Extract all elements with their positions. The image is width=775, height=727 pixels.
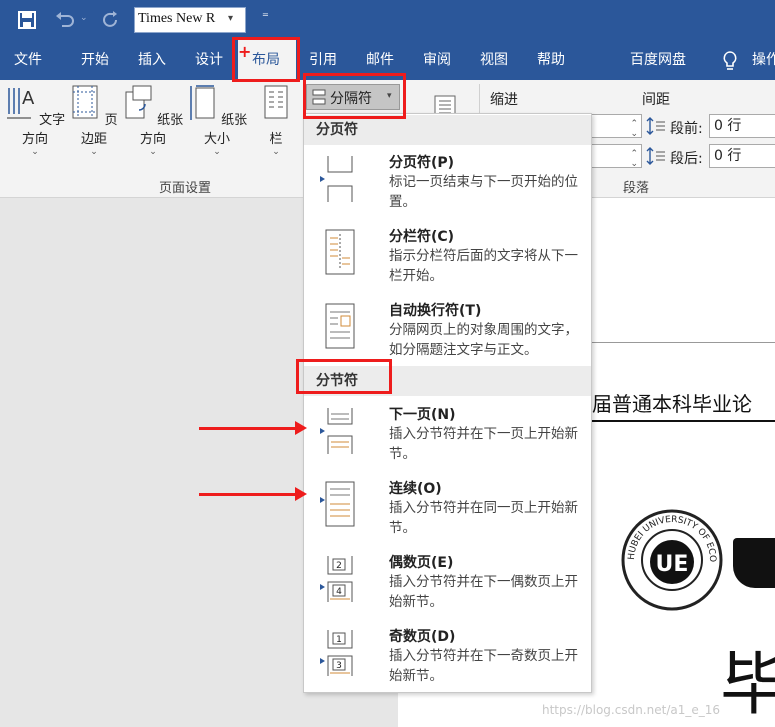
undo-dropdown-icon[interactable]: ⌄ <box>80 13 88 23</box>
customize-qat-icon[interactable]: ⁼ <box>262 10 269 25</box>
tab-baidu-netdisk[interactable]: 百度网盘 <box>630 40 686 80</box>
breaks-dropdown-menu: 分页符 分页符(P) 标记一页结束与下一页开始的位置。 分栏符(C) 指示分栏符… <box>303 113 592 693</box>
margins-button[interactable]: 页边距 ⌄ <box>68 84 120 157</box>
chevron-down-icon: ⌄ <box>31 147 39 157</box>
tab-view[interactable]: 视图 <box>480 40 508 80</box>
calligraphy-mark <box>733 538 775 588</box>
paragraph-group-label: 段落 <box>623 181 650 196</box>
thesis-heading: 届普通本科毕业论 <box>592 392 752 416</box>
chevron-down-icon: ⌄ <box>90 147 98 157</box>
menu-item-title: 分栏符(C) <box>389 229 455 245</box>
menu-item-title: 自动换行符(T) <box>389 303 482 319</box>
chevron-down-icon[interactable]: ▾ <box>228 13 233 24</box>
space-before-icon <box>646 117 665 135</box>
tab-tell-me[interactable]: 操作 <box>752 40 775 80</box>
heading-underline <box>592 420 775 422</box>
even-page-break-icon: 2 4 <box>320 556 353 602</box>
tab-insert[interactable]: 插入 <box>138 40 166 80</box>
svg-text:3: 3 <box>336 661 342 671</box>
layout-tab-highlight <box>232 37 300 82</box>
menu-item-title: 分页符(P) <box>389 155 455 171</box>
spin-down-icon[interactable]: ⌄ <box>630 123 638 145</box>
orientation-icon <box>125 85 152 119</box>
space-after-icon <box>646 147 665 165</box>
chevron-down-icon: ⌄ <box>272 147 280 157</box>
menu-item-title: 偶数页(E) <box>389 555 454 571</box>
page-setup-group-label: 页面设置 <box>159 181 212 196</box>
menu-item-continuous[interactable]: 连续(O) 插入分节符并在同一页上开始新节。 <box>304 472 591 546</box>
tab-home[interactable]: 开始 <box>81 40 109 80</box>
column-break-icon <box>325 229 355 275</box>
font-name-value: Times New R <box>138 11 216 26</box>
menu-item-text-wrapping-break[interactable]: 自动换行符(T) 分隔网页上的对象周围的文字，如分隔题注文字与正文。 <box>304 294 591 368</box>
title-bar: ⌄ Times New R ▾ ⁼ <box>0 0 775 40</box>
indent-left-field[interactable]: ⌃ ⌄ <box>590 114 642 139</box>
columns-label: 栏 <box>269 132 283 147</box>
space-before-label: 段前: <box>670 121 703 137</box>
menu-item-description: 指示分栏符后面的文字将从下一栏开始。 <box>389 248 578 284</box>
svg-text:4: 4 <box>336 587 342 597</box>
tab-design[interactable]: 设计 <box>195 40 223 80</box>
lightbulb-icon[interactable] <box>722 50 738 72</box>
indent-right-field[interactable]: ⌃ ⌄ <box>590 144 642 169</box>
menu-item-column-break[interactable]: 分栏符(C) 指示分栏符后面的文字将从下一栏开始。 <box>304 220 591 294</box>
space-after-field[interactable]: 0 行 <box>709 144 775 168</box>
spacing-label: 间距 <box>642 92 670 108</box>
odd-page-break-icon: 1 3 <box>320 630 353 676</box>
tab-help[interactable]: 帮助 <box>537 40 565 80</box>
margins-icon <box>72 85 98 119</box>
tab-review[interactable]: 审阅 <box>423 40 451 80</box>
svg-text:A: A <box>22 88 35 109</box>
text-wrapping-break-icon <box>325 303 355 349</box>
font-name-box[interactable]: Times New R ▾ <box>134 7 246 33</box>
chevron-down-icon: ⌄ <box>149 147 157 157</box>
orientation-button[interactable]: 纸张方向 ⌄ <box>121 84 185 157</box>
space-before-value: 0 行 <box>714 118 742 134</box>
menu-item-title: 连续(O) <box>389 481 442 497</box>
breaks-button-highlight <box>303 73 406 119</box>
big-title-char: 毕 <box>720 646 775 725</box>
menu-item-description: 标记一页结束与下一页开始的位置。 <box>389 174 578 210</box>
arrow-next-page <box>199 421 307 435</box>
menu-item-description: 插入分节符并在下一偶数页上开始新节。 <box>389 574 578 610</box>
next-page-break-icon <box>320 408 353 454</box>
menu-item-page-break[interactable]: 分页符(P) 标记一页结束与下一页开始的位置。 <box>304 146 591 220</box>
watermark-text: https://blog.csdn.net/a1_e_16 <box>542 703 721 717</box>
menu-item-title: 下一页(N) <box>389 407 456 423</box>
menu-item-title: 奇数页(D) <box>389 629 456 645</box>
section-breaks-highlight <box>296 359 392 394</box>
save-icon[interactable] <box>18 11 36 29</box>
menu-item-description: 插入分节符并在下一奇数页上开始新节。 <box>389 648 578 684</box>
spin-down-icon[interactable]: ⌄ <box>630 153 638 175</box>
text-direction-button[interactable]: A 文字方向 ⌄ <box>4 84 66 157</box>
menu-item-description: 插入分节符并在同一页上开始新节。 <box>389 500 578 536</box>
page-size-icon <box>190 85 215 120</box>
space-after-label: 段后: <box>670 151 703 167</box>
arrow-continuous <box>199 487 307 501</box>
menu-item-next-page[interactable]: 下一页(N) 插入分节符并在下一页上开始新节。 <box>304 398 591 472</box>
university-seal: HUBEI UNIVERSITY OF ECONOMICS UE <box>620 508 723 611</box>
page-breaks-header: 分页符 <box>304 115 591 145</box>
menu-item-odd-page[interactable]: 1 3 奇数页(D) 插入分节符并在下一奇数页上开始新节。 <box>304 620 591 694</box>
page-break-icon <box>320 156 353 202</box>
text-direction-icon: A <box>6 88 35 119</box>
indent-label: 缩进 <box>490 92 518 108</box>
size-button[interactable]: 纸张大小 ⌄ <box>186 84 248 157</box>
columns-icon <box>264 85 288 119</box>
menu-item-even-page[interactable]: 2 4 偶数页(E) 插入分节符并在下一偶数页上开始新节。 <box>304 546 591 620</box>
svg-text:1: 1 <box>336 635 342 645</box>
chevron-down-icon: ⌄ <box>213 147 221 157</box>
svg-text:2: 2 <box>336 561 342 571</box>
space-before-field[interactable]: 0 行 <box>709 114 775 138</box>
columns-button[interactable]: 栏 ⌄ <box>258 84 294 157</box>
seal-letters: UE <box>656 552 689 577</box>
redo-icon[interactable] <box>102 11 120 29</box>
space-after-value: 0 行 <box>714 148 742 164</box>
menu-item-description: 插入分节符并在下一页上开始新节。 <box>389 426 578 462</box>
tab-file[interactable]: 文件 <box>14 40 42 80</box>
menu-item-description: 分隔网页上的对象周围的文字，如分隔题注文字与正文。 <box>389 322 578 358</box>
undo-icon[interactable] <box>54 11 74 29</box>
continuous-break-icon <box>320 481 355 527</box>
